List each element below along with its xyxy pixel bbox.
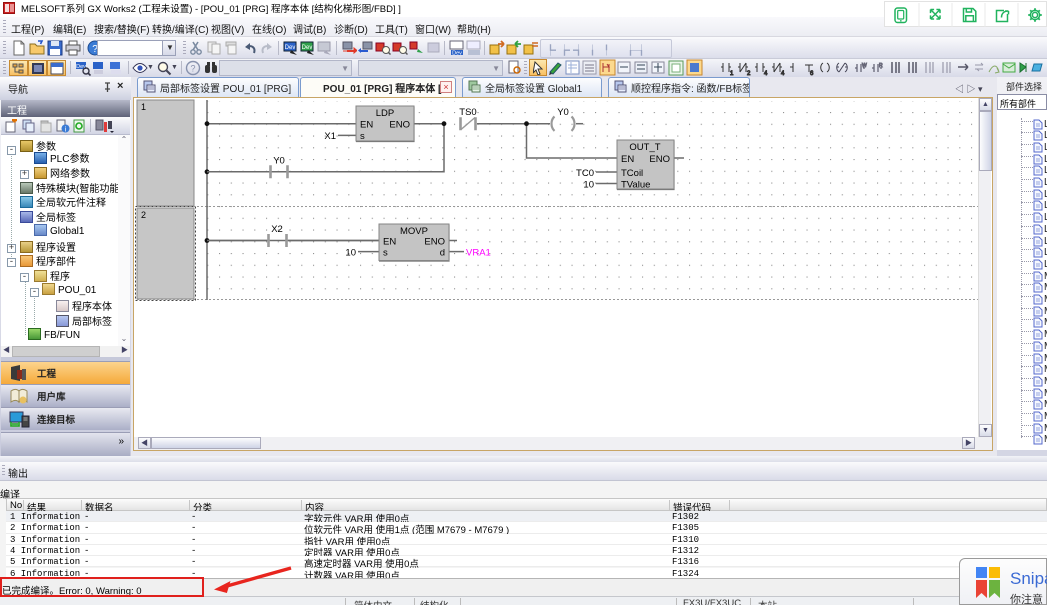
svg-text:R: R bbox=[879, 63, 883, 69]
svg-text:EN: EN bbox=[621, 154, 634, 165]
svg-text:TS0: TS0 bbox=[459, 107, 476, 118]
svg-text:TCoil: TCoil bbox=[621, 168, 643, 179]
svg-text:VRA1: VRA1 bbox=[466, 248, 491, 259]
svg-text:2: 2 bbox=[141, 210, 146, 220]
svg-text:Dev: Dev bbox=[302, 45, 313, 51]
svg-text:ENO: ENO bbox=[424, 237, 445, 248]
svg-text:s: s bbox=[360, 131, 365, 142]
svg-text:10: 10 bbox=[345, 248, 356, 259]
svg-text:Y0: Y0 bbox=[273, 156, 285, 167]
svg-text:W: W bbox=[862, 63, 867, 69]
svg-text:s: s bbox=[383, 248, 388, 259]
svg-text:OUT_T: OUT_T bbox=[629, 142, 660, 153]
svg-text:1: 1 bbox=[141, 102, 146, 112]
svg-text:Y0: Y0 bbox=[557, 107, 569, 118]
svg-text:X1: X1 bbox=[324, 131, 336, 142]
svg-text:Dev: Dev bbox=[452, 51, 462, 57]
svg-text:LDP: LDP bbox=[376, 108, 394, 119]
svg-text:MOVP: MOVP bbox=[400, 226, 428, 237]
svg-text:ENO: ENO bbox=[649, 154, 670, 165]
svg-text:d: d bbox=[440, 248, 445, 259]
svg-text:EN: EN bbox=[383, 237, 396, 248]
svg-text:ENO: ENO bbox=[389, 120, 410, 131]
svg-text:TC0: TC0 bbox=[576, 168, 594, 179]
svg-text:10: 10 bbox=[583, 180, 594, 191]
svg-text:Dev: Dev bbox=[285, 45, 296, 51]
svg-text:?: ? bbox=[190, 64, 195, 74]
svg-text:EN: EN bbox=[360, 120, 373, 131]
svg-text:TValue: TValue bbox=[621, 180, 650, 191]
svg-text:X2: X2 bbox=[271, 224, 283, 235]
